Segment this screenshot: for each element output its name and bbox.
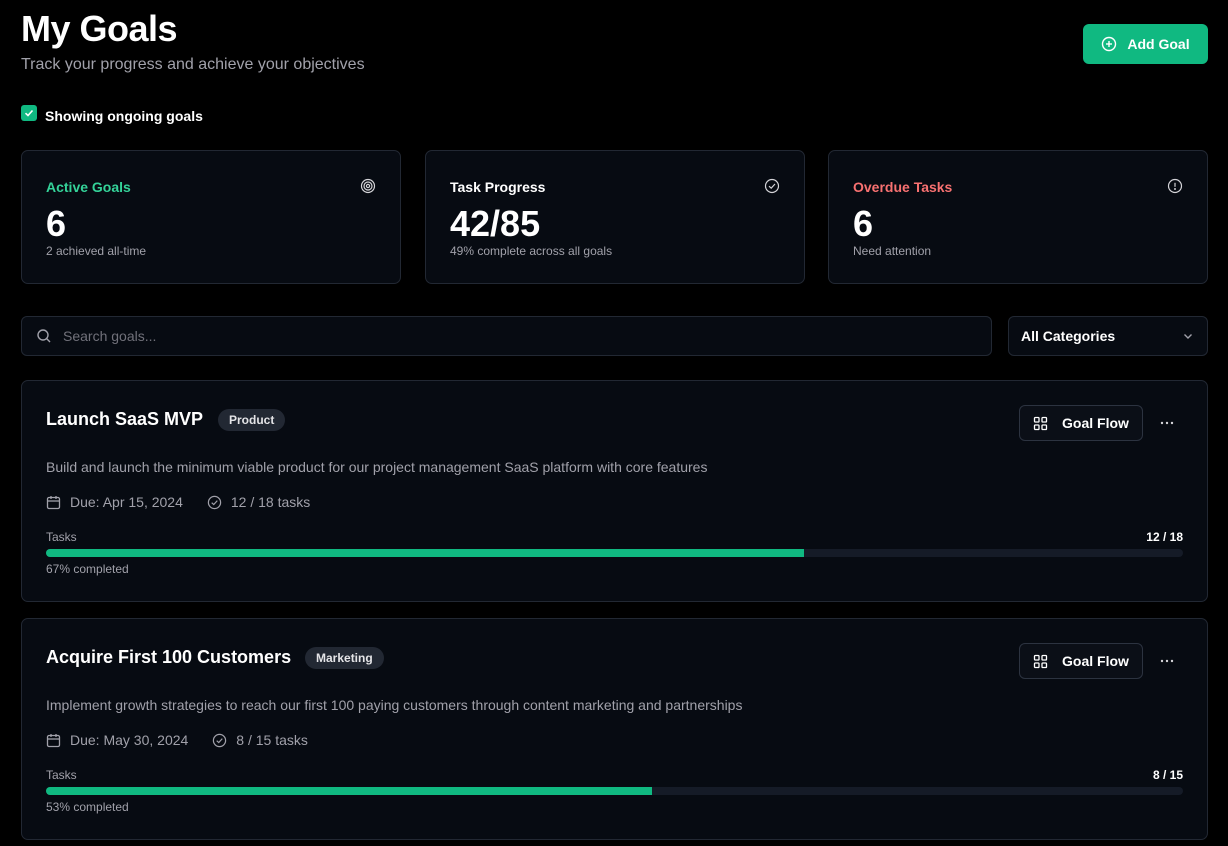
goal-card: Acquire First 100 Customers Marketing Go… <box>21 618 1208 840</box>
goal-title: Launch SaaS MVP <box>46 409 204 429</box>
stat-value: 42/85 <box>450 203 541 244</box>
calendar-icon <box>46 495 61 509</box>
target-icon <box>360 178 376 194</box>
stat-card-overdue-tasks: Overdue Tasks 6 Need attention <box>828 150 1208 284</box>
stat-card-active-goals: Active Goals 6 2 achieved all-time <box>21 150 401 284</box>
stat-label: Task Progress <box>450 179 546 195</box>
grid-icon <box>1033 416 1048 430</box>
page-subtitle: Track your progress and achieve your obj… <box>21 56 365 73</box>
check-circle-icon <box>764 178 780 194</box>
ongoing-filter-label: Showing ongoing goals <box>45 108 203 124</box>
goal-due-date: Due: Apr 15, 2024 <box>70 494 183 510</box>
goal-tasks-summary: 12 / 18 tasks <box>230 494 311 510</box>
stat-value: 6 <box>853 203 874 244</box>
progress-text: 67% completed <box>46 562 129 576</box>
page-title: My Goals <box>21 8 178 49</box>
stat-value: 6 <box>46 203 67 244</box>
goal-card: Launch SaaS MVP Product Goal Flow Build … <box>21 380 1208 602</box>
stat-sub: 2 achieved all-time <box>46 244 147 258</box>
tasks-count: 8 / 15 <box>1152 768 1183 782</box>
progress-bar <box>46 787 1183 795</box>
goal-flow-label: Goal Flow <box>1062 415 1129 431</box>
goal-flow-button[interactable]: Goal Flow <box>1019 643 1143 679</box>
category-select-value: All Categories <box>1021 328 1116 344</box>
more-options-icon[interactable] <box>1159 415 1175 431</box>
ongoing-filter[interactable]: Showing ongoing goals <box>21 102 203 124</box>
goal-meta: Due: Apr 15, 2024 12 / 18 tasks <box>46 494 310 510</box>
goal-tasks-summary: 8 / 15 tasks <box>236 732 308 748</box>
stat-card-task-progress: Task Progress 42/85 49% complete across … <box>425 150 805 284</box>
progress-fill <box>46 787 653 795</box>
add-goal-label: Add Goal <box>1127 36 1190 52</box>
check-circle-icon <box>207 495 222 509</box>
goal-flow-label: Goal Flow <box>1062 653 1129 669</box>
goal-meta: Due: May 30, 2024 8 / 15 tasks <box>46 732 308 748</box>
alert-circle-icon <box>1167 178 1183 194</box>
stat-label: Active Goals <box>46 179 131 195</box>
tasks-count: 12 / 18 <box>1146 530 1183 544</box>
add-goal-button[interactable]: Add Goal <box>1083 24 1208 64</box>
goal-due-date: Due: May 30, 2024 <box>70 732 189 748</box>
check-icon <box>24 109 34 117</box>
category-select[interactable]: All Categories <box>1008 316 1208 356</box>
plus-circle-icon <box>1102 36 1117 52</box>
tasks-label: Tasks <box>46 530 77 544</box>
grid-icon <box>1033 654 1048 668</box>
chevron-down-icon <box>1184 334 1192 339</box>
stat-sub: 49% complete across all goals <box>450 244 613 258</box>
goal-category-tag: Product <box>218 409 286 431</box>
goal-flow-button[interactable]: Goal Flow <box>1019 405 1143 441</box>
stat-sub: Need attention <box>853 244 932 258</box>
calendar-icon <box>46 733 61 747</box>
goal-category-tag: Marketing <box>305 647 384 669</box>
goal-description: Implement growth strategies to reach our… <box>46 697 743 713</box>
check-circle-icon <box>213 733 227 747</box>
goal-description: Build and launch the minimum viable prod… <box>46 459 708 475</box>
progress-fill <box>46 549 805 557</box>
search-icon <box>37 329 51 343</box>
search-input[interactable] <box>63 328 943 344</box>
tasks-label: Tasks <box>46 768 77 782</box>
ongoing-checkbox[interactable] <box>21 105 37 121</box>
progress-text: 53% completed <box>46 800 129 814</box>
search-box[interactable] <box>21 316 992 356</box>
goal-title: Acquire First 100 Customers <box>46 647 292 667</box>
progress-bar <box>46 549 1183 557</box>
more-options-icon[interactable] <box>1159 653 1175 669</box>
stat-label: Overdue Tasks <box>853 179 953 195</box>
